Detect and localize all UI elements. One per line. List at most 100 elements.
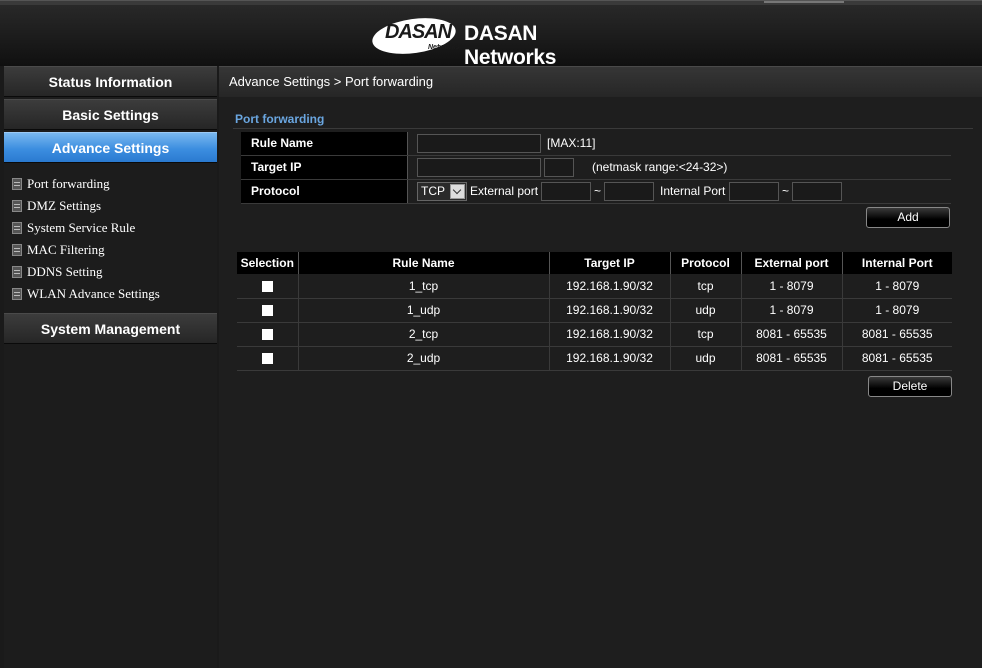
row-separator [407,180,408,203]
target-ip-label: Target IP [241,156,407,179]
menu-system-management[interactable]: System Management [4,313,217,344]
header-topline [0,1,982,5]
submenu-label: MAC Filtering [27,242,105,257]
external-port-end-input[interactable] [604,182,654,201]
protocol-select[interactable]: TCP [417,182,467,201]
selection-cell [237,346,299,371]
netmask-input[interactable] [544,158,574,177]
target-ip-input[interactable] [417,158,541,177]
submenu-item-system-service-rule[interactable]: System Service Rule [12,218,135,238]
submenu-label: DMZ Settings [27,198,102,213]
delete-button[interactable]: Delete [868,376,952,397]
row-checkbox[interactable] [261,353,273,365]
column-header-rule-name: Rule Name [298,252,550,274]
menu-status-information[interactable]: Status Information [4,66,217,97]
protocol-cell: tcp [670,322,742,347]
submenu-item-ddns-setting[interactable]: DDNS Setting [12,262,102,282]
logo-mark-text: DASAN [384,21,452,43]
submenu-label: DDNS Setting [27,264,103,279]
external-port-cell: 8081 - 65535 [741,346,843,371]
main-content: Advance Settings > Port forwarding Port … [219,66,982,668]
table-row: 1_udp 192.168.1.90/32 udp 1 - 8079 1 - 8… [237,298,952,323]
table-row: 1_tcp 192.168.1.90/32 tcp 1 - 8079 1 - 8… [237,274,952,299]
form-row-rule-name: Rule Name [MAX:11] [241,132,951,156]
rule-name-cell: 1_udp [298,298,550,323]
external-range-separator: ~ [594,184,602,198]
column-header-selection: Selection [237,252,299,274]
submenu-item-wlan-advance-settings[interactable]: WLAN Advance Settings [12,284,160,304]
sidebar: Status Information Basic Settings Advanc… [4,66,217,668]
brand-logo: DASAN Networks DASAN Networks [370,13,622,69]
submenu-label: System Service Rule [27,220,136,235]
target-ip-cell: 192.168.1.90/32 [549,274,671,299]
target-ip-cell: 192.168.1.90/32 [549,346,671,371]
section-title: Port forwarding [235,112,325,126]
table-header-row: Selection Rule Name Target IP Protocol E… [237,252,952,274]
external-port-cell: 1 - 8079 [741,298,843,323]
breadcrumb: Advance Settings > Port forwarding [219,66,982,97]
page-icon [12,222,22,234]
internal-port-end-input[interactable] [792,182,842,201]
brand-name: DASAN Networks [464,22,557,69]
column-header-protocol: Protocol [670,252,742,274]
add-button[interactable]: Add [866,207,950,228]
column-header-target-ip: Target IP [549,252,671,274]
internal-port-cell: 1 - 8079 [842,298,952,323]
chevron-down-icon[interactable] [450,184,465,199]
form-row-protocol: Protocol TCP External port ~ Internal Po… [241,180,951,204]
external-port-cell: 1 - 8079 [741,274,843,299]
internal-port-start-input[interactable] [729,182,779,201]
row-checkbox[interactable] [261,281,273,293]
protocol-cell: udp [670,298,742,323]
internal-port-label: Internal Port [660,184,726,198]
app-header: DASAN Networks DASAN Networks [0,0,982,69]
logo-mark-subtext: Networks [428,44,460,51]
form-row-target-ip: Target IP (netmask range:<24-32>) [241,156,951,180]
external-port-start-input[interactable] [541,182,591,201]
selection-cell [237,274,299,299]
row-checkbox[interactable] [261,305,273,317]
submenu-item-dmz-settings[interactable]: DMZ Settings [12,196,101,216]
rule-name-cell: 2_tcp [298,322,550,347]
rule-name-cell: 1_tcp [298,274,550,299]
rule-name-input[interactable] [417,134,541,153]
section-divider [233,128,973,129]
target-ip-cell: 192.168.1.90/32 [549,298,671,323]
internal-range-separator: ~ [782,184,790,198]
page-icon [12,178,22,190]
port-forwarding-rules-table: Selection Rule Name Target IP Protocol E… [237,252,952,371]
header-tab [764,1,844,3]
external-port-label: External port [470,184,539,198]
column-header-internal-port: Internal Port [842,252,952,274]
target-ip-cell: 192.168.1.90/32 [549,322,671,347]
submenu-item-port-forwarding[interactable]: Port forwarding [12,174,110,194]
column-header-external-port: External port [741,252,843,274]
external-port-cell: 8081 - 65535 [741,322,843,347]
page-icon [12,266,22,278]
row-separator [407,132,408,155]
rule-name-cell: 2_udp [298,346,550,371]
page-icon [12,200,22,212]
menu-advance-settings[interactable]: Advance Settings [4,132,217,163]
table-row: 2_tcp 192.168.1.90/32 tcp 8081 - 65535 8… [237,322,952,347]
row-checkbox[interactable] [261,329,273,341]
protocol-cell: udp [670,346,742,371]
submenu-label: WLAN Advance Settings [27,286,160,301]
table-row: 2_udp 192.168.1.90/32 udp 8081 - 65535 8… [237,346,952,371]
internal-port-cell: 8081 - 65535 [842,322,952,347]
rule-name-label: Rule Name [241,132,407,155]
page-icon [12,244,22,256]
submenu-item-mac-filtering[interactable]: MAC Filtering [12,240,105,260]
internal-port-cell: 1 - 8079 [842,274,952,299]
rule-name-hint: [MAX:11] [547,136,596,150]
selection-cell [237,298,299,323]
menu-basic-settings[interactable]: Basic Settings [4,99,217,130]
selection-cell [237,322,299,347]
internal-port-cell: 8081 - 65535 [842,346,952,371]
page-icon [12,288,22,300]
submenu-label: Port forwarding [27,176,110,191]
protocol-cell: tcp [670,274,742,299]
netmask-hint: (netmask range:<24-32>) [592,160,728,174]
protocol-selected-value: TCP [421,184,445,198]
row-separator [407,156,408,179]
